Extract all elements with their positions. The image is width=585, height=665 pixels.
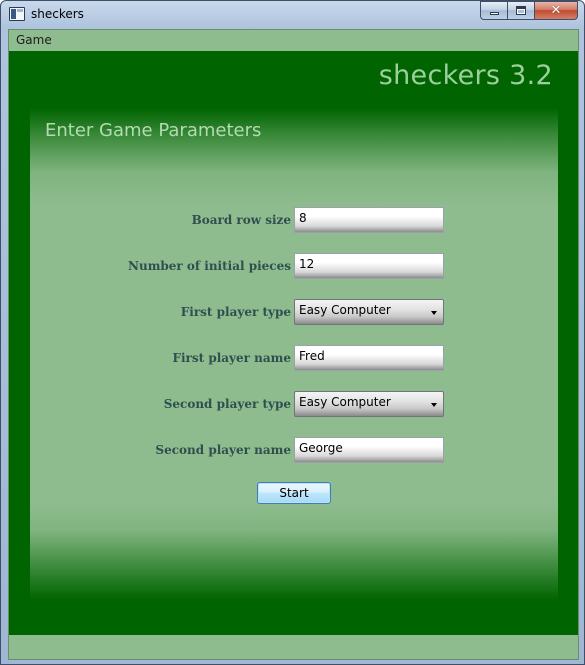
app-window-icon[interactable] xyxy=(9,7,25,21)
first-player-type-label: First player type xyxy=(180,305,291,319)
second-player-type-select[interactable]: Easy Computer xyxy=(294,391,444,417)
caption-buttons: ✕ xyxy=(480,1,578,20)
row-first-player-type: First player type Easy Computer xyxy=(30,299,558,325)
close-button[interactable]: ✕ xyxy=(534,1,578,20)
row-second-player-name: Second player name George xyxy=(30,437,558,463)
board-row-size-label: Board row size xyxy=(191,213,291,227)
initial-pieces-label: Number of initial pieces xyxy=(128,259,291,273)
chevron-down-icon xyxy=(431,403,437,407)
first-player-type-select[interactable]: Easy Computer xyxy=(294,299,444,325)
row-first-player-name: First player name Fred xyxy=(30,345,558,371)
row-board-row-size: Board row size 8 xyxy=(30,207,558,233)
client-area: Game sheckers 3.2 Enter Game Parameters … xyxy=(8,29,579,660)
second-player-name-label: Second player name xyxy=(155,443,291,457)
first-player-type-value: Easy Computer xyxy=(299,303,391,317)
app-title: sheckers 3.2 xyxy=(378,60,553,91)
minimize-icon xyxy=(489,12,499,15)
window-title: sheckers xyxy=(31,7,84,21)
row-initial-pieces: Number of initial pieces 12 xyxy=(30,253,558,279)
minimize-button[interactable] xyxy=(480,1,507,20)
title-bar[interactable]: sheckers ✕ xyxy=(1,1,584,29)
first-player-name-label: First player name xyxy=(172,351,291,365)
board-row-size-input[interactable]: 8 xyxy=(294,207,444,233)
start-button[interactable]: Start xyxy=(257,482,331,504)
menu-game[interactable]: Game xyxy=(16,33,52,47)
app-window: sheckers ✕ Game sheckers 3.2 Enter Game … xyxy=(0,0,585,665)
second-player-type-value: Easy Computer xyxy=(299,395,391,409)
initial-pieces-input[interactable]: 12 xyxy=(294,253,444,279)
main-area: sheckers 3.2 Enter Game Parameters Board… xyxy=(9,51,578,635)
menu-bar: Game xyxy=(9,30,578,51)
close-icon: ✕ xyxy=(550,3,562,18)
status-strip xyxy=(9,635,578,659)
row-second-player-type: Second player type Easy Computer xyxy=(30,391,558,417)
maximize-button[interactable] xyxy=(507,1,534,20)
parameters-panel: Enter Game Parameters Board row size 8 N… xyxy=(30,108,558,600)
panel-heading: Enter Game Parameters xyxy=(45,120,262,141)
maximize-icon xyxy=(516,6,526,15)
chevron-down-icon xyxy=(431,311,437,315)
first-player-name-input[interactable]: Fred xyxy=(294,345,444,371)
second-player-name-input[interactable]: George xyxy=(294,437,444,463)
second-player-type-label: Second player type xyxy=(163,397,291,411)
